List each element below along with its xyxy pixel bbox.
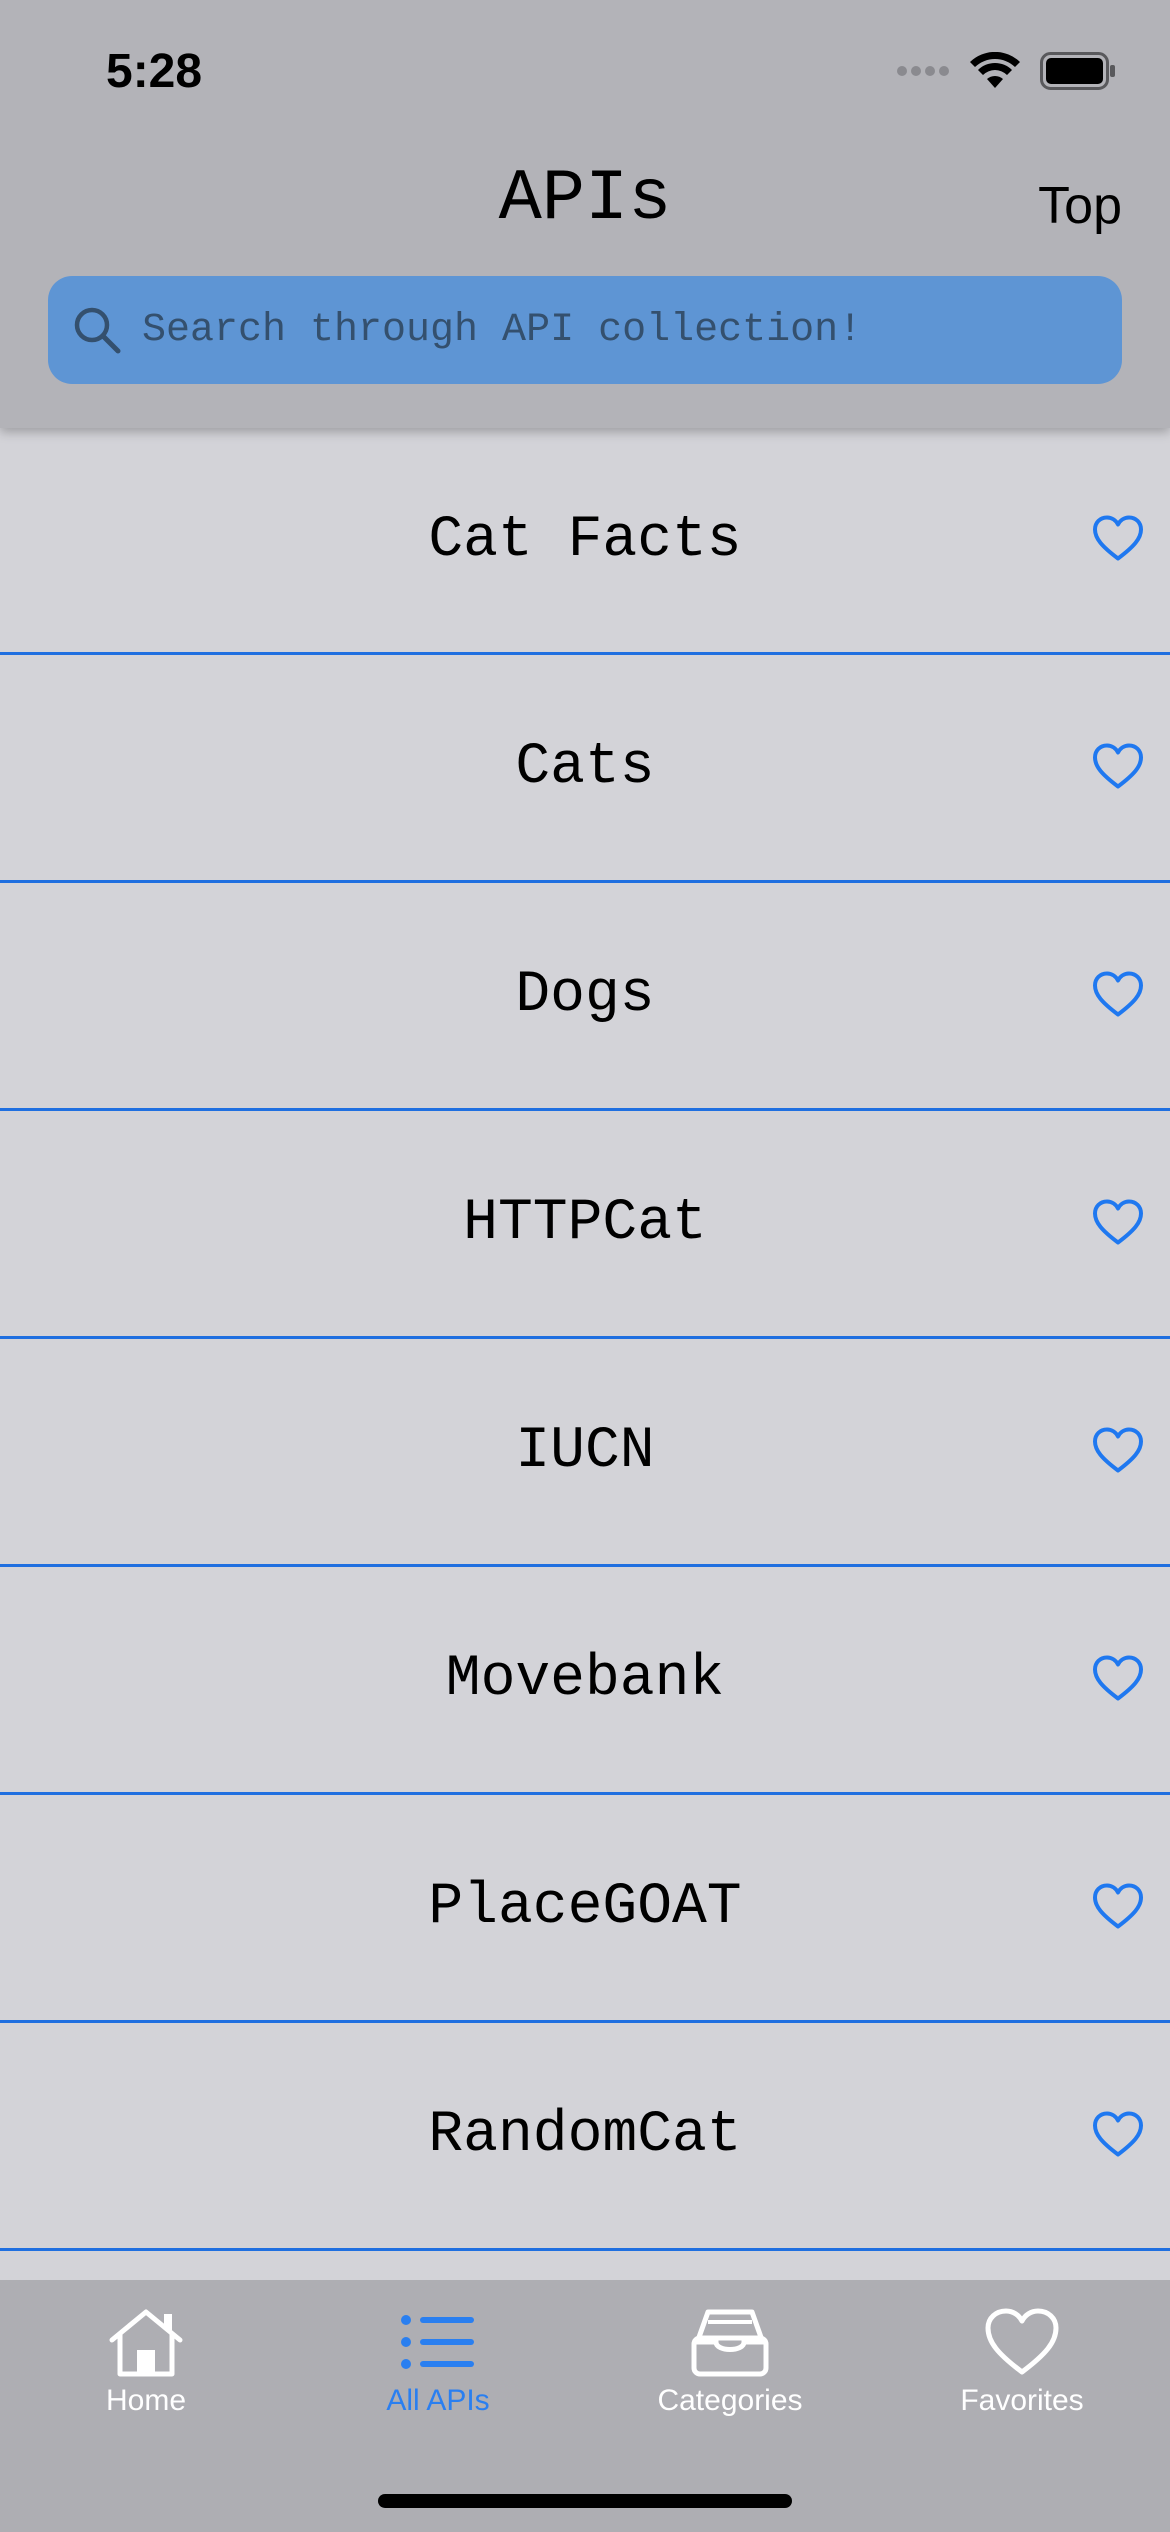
api-row[interactable]: Dogs xyxy=(0,883,1170,1111)
favorite-button[interactable] xyxy=(1084,1190,1152,1257)
navigation-header: 5:28 APIs Top Search through API collect… xyxy=(0,0,1170,428)
api-name: Cats xyxy=(515,735,655,800)
tab-home[interactable]: Home xyxy=(0,2306,292,2446)
house-icon xyxy=(109,2309,183,2377)
favorite-button[interactable] xyxy=(1084,2102,1152,2169)
battery-icon xyxy=(1040,52,1115,90)
favorite-button[interactable] xyxy=(1084,1418,1152,1485)
tab-categories-label: Categories xyxy=(657,2384,803,2417)
api-row[interactable]: Cat Facts xyxy=(0,428,1170,655)
tab-all-apis[interactable]: All APIs xyxy=(292,2306,584,2446)
status-bar: 5:28 xyxy=(0,0,1170,140)
heart-outline-icon xyxy=(1093,1655,1143,1700)
page-title: APIs xyxy=(498,158,672,240)
api-name: RandomCat xyxy=(428,2103,742,2168)
list-icon xyxy=(401,2315,474,2369)
api-row[interactable]: HTTPCat xyxy=(0,1111,1170,1339)
tab-favorites-label: Favorites xyxy=(960,2384,1084,2417)
tab-favorites[interactable]: Favorites xyxy=(876,2306,1168,2446)
heart-outline-icon xyxy=(1093,971,1143,1016)
heart-outline-icon xyxy=(1093,515,1143,561)
api-name: Dogs xyxy=(515,963,655,1028)
heart-icon xyxy=(985,2308,1059,2375)
api-row[interactable]: Cats xyxy=(0,655,1170,883)
tab-home-label: Home xyxy=(105,2384,187,2417)
api-name: HTTPCat xyxy=(463,1191,707,1256)
favorite-button[interactable] xyxy=(1084,962,1152,1029)
heart-outline-icon xyxy=(1093,2111,1143,2156)
status-time: 5:28 xyxy=(106,45,203,98)
favorite-button[interactable] xyxy=(1084,1646,1152,1713)
api-list: Cat Facts Cats Dogs HTTPCat IUCN Moveban… xyxy=(0,428,1170,2280)
api-name: Movebank xyxy=(445,1647,725,1712)
favorite-button[interactable] xyxy=(1084,734,1152,801)
heart-outline-icon xyxy=(1093,1427,1143,1472)
scroll-top-button[interactable]: Top xyxy=(1038,176,1122,236)
tab-categories[interactable]: Categories xyxy=(584,2306,876,2446)
search-icon xyxy=(74,307,121,354)
search-input[interactable] xyxy=(140,276,1122,384)
wifi-icon xyxy=(970,52,1020,88)
api-row[interactable]: Movebank xyxy=(0,1567,1170,1795)
heart-outline-icon xyxy=(1093,1883,1143,1928)
heart-outline-icon xyxy=(1093,743,1143,788)
api-row[interactable]: PlaceGOAT xyxy=(0,1795,1170,2023)
tray-icon xyxy=(691,2309,769,2377)
favorite-button[interactable] xyxy=(1084,1874,1152,1941)
search-bar[interactable] xyxy=(48,276,1122,384)
favorite-button[interactable] xyxy=(1084,507,1152,574)
api-name: IUCN xyxy=(515,1419,655,1484)
api-name: PlaceGOAT xyxy=(428,1875,742,1940)
screen: 5:28 APIs Top Search through API collect… xyxy=(0,0,1170,2532)
cellular-signal-icon xyxy=(897,66,949,76)
api-row[interactable]: IUCN xyxy=(0,1339,1170,1567)
status-icons xyxy=(896,52,1116,90)
tab-all-apis-label: All APIs xyxy=(386,2384,490,2417)
api-row[interactable]: RandomCat xyxy=(0,2023,1170,2251)
api-name: Cat Facts xyxy=(428,507,742,573)
heart-outline-icon xyxy=(1093,1199,1143,1244)
home-indicator xyxy=(378,2494,792,2508)
